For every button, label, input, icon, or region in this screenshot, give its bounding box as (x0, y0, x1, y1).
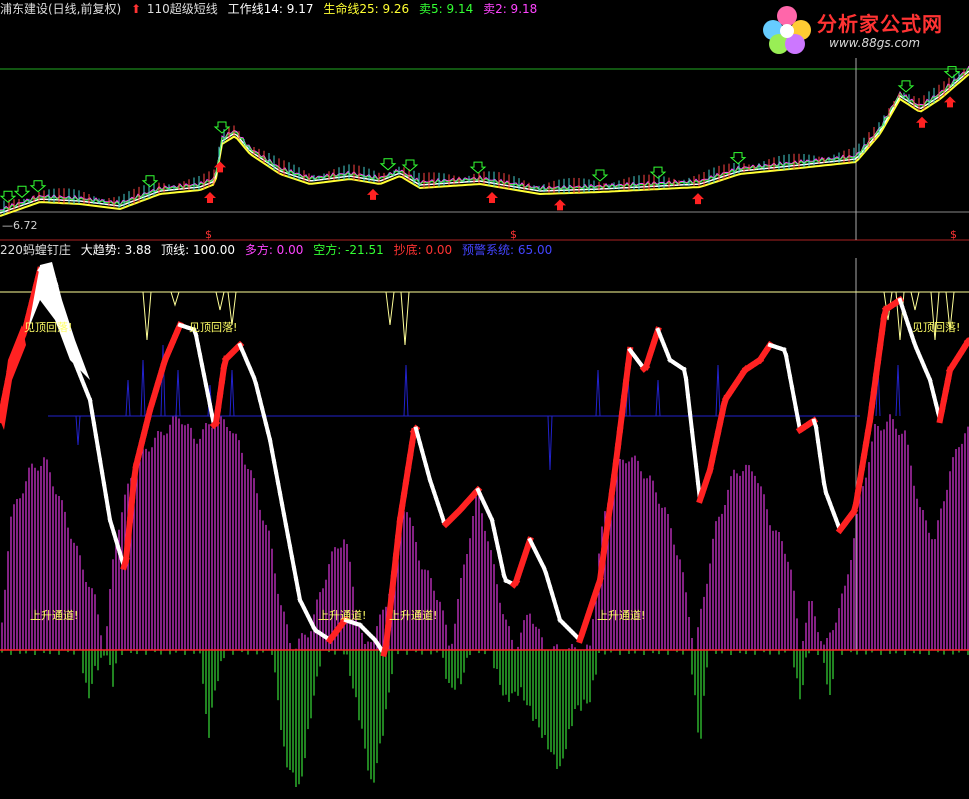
warning-spike (895, 364, 901, 417)
logo-title: 分析家公式网 (817, 12, 943, 36)
value-trend: 大趋势: 3.88 (80, 243, 152, 257)
buy-arrow-icon (204, 192, 216, 203)
buy-arrow-icon (692, 193, 704, 205)
trend-rising-segment (124, 516, 134, 544)
trend-rising-segment (126, 496, 136, 524)
sell-arrow-icon (13, 185, 31, 198)
trend-rising-segment (128, 476, 138, 504)
sell-arrow-icon (649, 166, 667, 179)
sell-arrow-icon (469, 161, 487, 174)
indicator-title: 220蚂蝗钉庄 (0, 243, 71, 257)
sell5-line (0, 67, 969, 212)
sell-arrow-icon (729, 152, 747, 165)
line-sell2: 卖2: 9.18 (483, 2, 538, 16)
value-long: 多方: 0.00 (244, 243, 304, 257)
value-top-line: 顶线: 100.00 (161, 243, 235, 257)
sell-arrow-icon (29, 180, 47, 193)
top-line-spike (170, 291, 180, 307)
buy-arrow-icon (944, 96, 956, 108)
low-label: —6.72 (2, 219, 38, 232)
trend-rising-block (0, 325, 26, 430)
warning-spike (140, 359, 146, 417)
warning-spike (595, 369, 601, 417)
site-logo[interactable]: 分析家公式网 www.88gs.com (759, 2, 959, 56)
sell-arrow-icon (401, 159, 419, 172)
warning-spike (75, 415, 81, 446)
trend-falling-segment (683, 376, 691, 399)
working-line (0, 70, 969, 214)
buy-arrow-icon (554, 199, 566, 211)
trend-rising-segment (122, 536, 132, 564)
sell2-line (0, 65, 969, 211)
sell-arrow-icon (141, 175, 159, 188)
sell-arrow-icon (897, 80, 915, 93)
trend-falling-segment (691, 445, 699, 468)
top-line-spike (400, 291, 410, 346)
trend-falling-segment (813, 424, 821, 444)
sell-arrow-icon (213, 121, 231, 134)
top-line-spike (910, 291, 920, 311)
buy-arrow-icon (916, 116, 928, 128)
warning-spike (125, 379, 131, 417)
dollar-icon: $ (205, 228, 212, 241)
warning-spike (547, 415, 553, 471)
warning-spike (655, 379, 661, 417)
indicator-header: 220蚂蝗钉庄 大趋势: 3.88 顶线: 100.00 多方: 0.00 空方… (0, 242, 558, 258)
up-arrow-icon: ⬆ (131, 2, 142, 16)
stock-title: 浦东建设(日线,前复权) (0, 2, 122, 16)
annotation-up-channel: 上升通道! (597, 609, 646, 622)
trend-falling-segment (819, 466, 827, 486)
top-line-spike (385, 291, 395, 326)
chart-canvas (0, 58, 969, 787)
price-header: 浦东建设(日线,前复权) ⬆ 110超级短线 工作线14: 9.17 生命线25… (0, 1, 543, 17)
flower-logo-icon (763, 6, 811, 54)
warning-spike (715, 364, 721, 417)
life-line (0, 73, 969, 217)
warning-spike (229, 369, 235, 417)
line-life: 生命线25: 9.26 (323, 2, 410, 16)
annotation-top-fall: 见顶回落! (912, 321, 961, 334)
sell-arrow-icon (379, 158, 397, 171)
trend-falling-segment (685, 393, 693, 416)
sell-arrow-icon (0, 190, 17, 203)
annotation-up-channel: 上升通道! (30, 609, 79, 622)
trend-falling-segment (689, 428, 697, 451)
annotation-up-channel: 上升通道! (318, 609, 367, 622)
annotation-up-channel: 上升通道! (389, 609, 438, 622)
value-bottom-fishing: 抄底: 0.00 (393, 243, 453, 257)
warning-spike (403, 364, 409, 417)
buy-arrow-icon (486, 192, 498, 203)
indicator-panel (0, 262, 969, 787)
buy-arrow-icon (367, 188, 379, 200)
line-working: 工作线14: 9.17 (227, 2, 314, 16)
dollar-icon: $ (510, 228, 517, 241)
annotation-top-fall: 见顶回落! (189, 321, 238, 334)
annotation-top-fall: 见顶回落! (24, 321, 73, 334)
sell-arrow-icon (591, 169, 609, 182)
low-marker-icon: — (2, 219, 13, 232)
indicator-name: 110超级短线 (146, 2, 218, 16)
trend-falling-segment (693, 463, 701, 485)
dollar-icon: $ (950, 228, 957, 241)
trend-falling-segment (687, 411, 695, 433)
warning-spike (175, 369, 181, 417)
logo-url: www.88gs.com (829, 36, 921, 50)
price-panel (0, 65, 969, 217)
top-line-spike (215, 291, 225, 311)
top-line-spike (142, 291, 152, 341)
trend-falling-segment (817, 452, 825, 472)
line-sell5: 卖5: 9.14 (419, 2, 474, 16)
sell-arrow-icon (943, 66, 961, 79)
value-short: 空方: -21.51 (313, 243, 384, 257)
trend-falling-segment (815, 438, 823, 458)
value-warning: 预警系统: 65.00 (462, 243, 553, 257)
